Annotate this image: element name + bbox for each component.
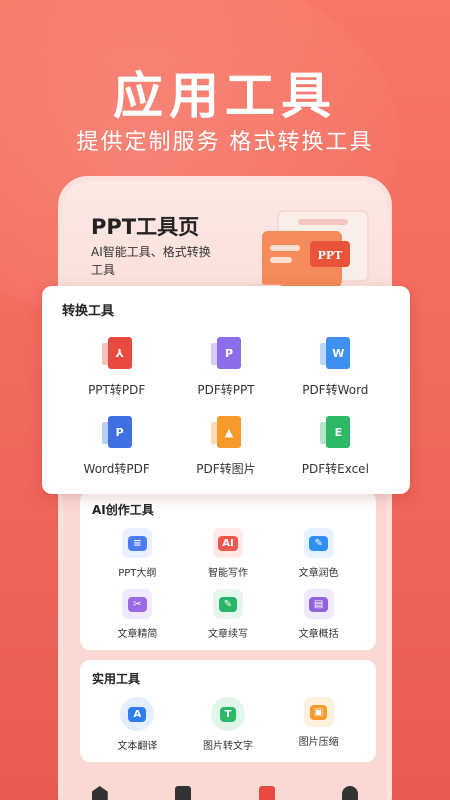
practical-tools-title: 实用工具 (92, 672, 141, 686)
word-file-icon: W (320, 337, 351, 371)
excel-file-icon: E (320, 416, 351, 450)
tool-pdf-to-excel[interactable]: E PDF转Excel (281, 416, 390, 477)
page-subheadline: 提供定制服务 格式转换工具 (76, 130, 374, 155)
ppt-file-icon: P (210, 337, 241, 371)
image-file-icon: ▲ (210, 416, 241, 450)
ai-tool-smart-writing[interactable]: AI 智能写作 (183, 528, 274, 579)
tool-pdf-to-ppt[interactable]: P PDF转PPT (171, 337, 280, 398)
outline-icon: ≡ (122, 528, 153, 558)
profile-icon[interactable] (342, 786, 359, 800)
pdf-file-icon: ⅄ (101, 337, 132, 371)
phone-tool-list: AI创作工具 ≡ PPT大纲 AI 智能写作 ✎ 文章润色 ✂ 文章精简 ✎ 文… (80, 491, 376, 772)
home-icon[interactable] (91, 786, 108, 800)
tool-image-compress[interactable]: ▣ 图片压缩 (273, 697, 364, 752)
ppt-page-title: PPT工具页 (91, 215, 200, 239)
convert-tools-card: 转换工具 ⅄ PPT转PDF P PDF转PPT W PDF转Word P Wo… (42, 286, 410, 494)
tool-pdf-to-word[interactable]: W PDF转Word (281, 337, 390, 398)
simplify-icon: ✂ (122, 589, 153, 619)
pdf-file-blue-icon: P (101, 416, 132, 450)
translate-icon: A (120, 697, 155, 731)
ppt-page-desc: AI智能工具、格式转换工具 (91, 245, 211, 277)
ai-tools-title: AI创作工具 (92, 503, 154, 517)
ai-tool-summarize[interactable]: ▤ 文章概括 (273, 589, 364, 640)
ai-tool-ppt-outline[interactable]: ≡ PPT大纲 (92, 528, 183, 579)
polish-icon: ✎ (303, 528, 334, 558)
convert-tools-title: 转换工具 (62, 304, 115, 319)
page-headline: 应用工具 (113, 67, 337, 125)
ai-tool-polish[interactable]: ✎ 文章润色 (273, 528, 364, 579)
tool-image-to-text[interactable]: T 图片转文字 (183, 697, 274, 752)
toolbox-icon[interactable] (258, 786, 275, 800)
ai-writing-icon: AI (212, 528, 243, 558)
ai-tool-simplify[interactable]: ✂ 文章精简 (92, 589, 183, 640)
summarize-icon: ▤ (303, 589, 334, 619)
image-to-text-icon: T (210, 697, 245, 731)
ai-tool-continue[interactable]: ✎ 文章续写 (183, 589, 274, 640)
continue-writing-icon: ✎ (212, 589, 243, 619)
ai-tools-section: AI创作工具 ≡ PPT大纲 AI 智能写作 ✎ 文章润色 ✂ 文章精简 ✎ 文… (80, 491, 376, 650)
image-compress-icon: ▣ (303, 697, 334, 727)
bottom-tab-bar (58, 784, 392, 800)
document-icon[interactable] (175, 786, 192, 800)
tool-word-to-pdf[interactable]: P Word转PDF (62, 416, 171, 477)
tool-ppt-to-pdf[interactable]: ⅄ PPT转PDF (62, 337, 171, 398)
ppt-badge-text: PPT (318, 249, 344, 262)
tool-pdf-to-image[interactable]: ▲ PDF转图片 (171, 416, 280, 477)
tool-translate[interactable]: A 文本翻译 (92, 697, 183, 752)
practical-tools-section: 实用工具 A 文本翻译 T 图片转文字 ▣ 图片压缩 (80, 660, 376, 762)
